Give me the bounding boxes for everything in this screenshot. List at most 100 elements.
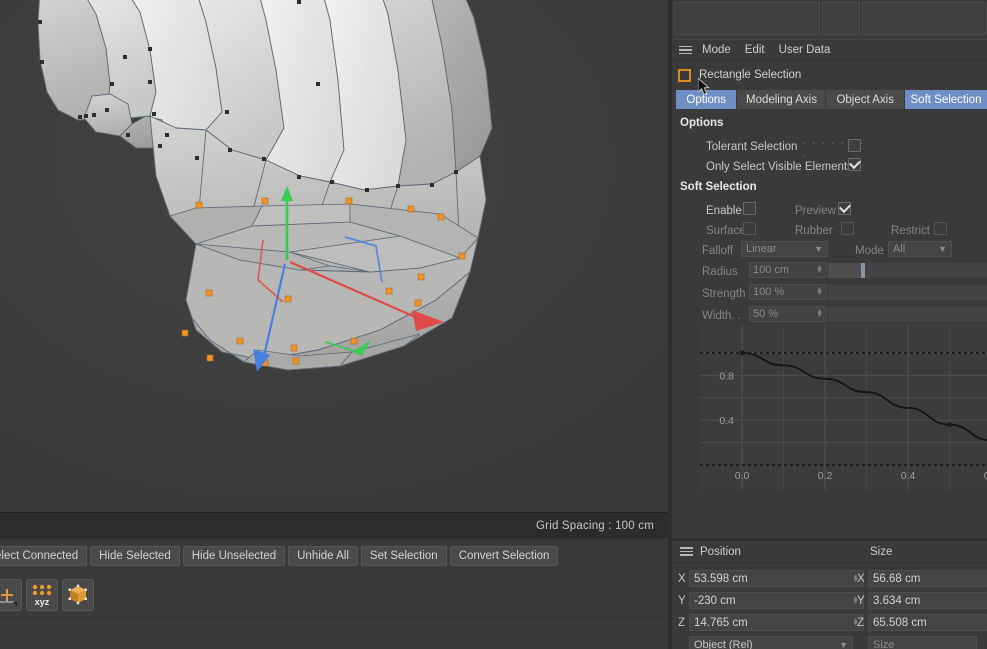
falloff-label: Falloff [702,245,734,257]
restrict-checkbox[interactable] [934,222,947,235]
3d-viewport[interactable]: Grid Spacing : 100 cm [0,0,668,538]
size-x-input[interactable]: 56.68 cm [868,570,987,587]
coord-mode-row: Object (Rel) ▼ [689,636,853,649]
size-y-input[interactable]: 3.634 cm [868,592,987,609]
size-y-axis-label: Y [857,594,865,607]
chevron-down-icon: ▼ [938,244,947,254]
position-z-input[interactable]: 14.765 cm ▲ ▼ [689,614,864,631]
dock-cell-1[interactable] [674,2,820,35]
tolerant-selection-row: Tolerant Selection . . . . . . . . [706,135,866,159]
move-axis-icon[interactable] [0,579,22,611]
radius-label-row: Radius [702,263,738,281]
menu-hamburger-icon[interactable] [672,45,694,55]
attribute-menubar: Mode Edit User Data [672,39,987,61]
width-label: Width. . [702,310,741,322]
spinner-icon[interactable]: ▲ ▼ [816,308,823,319]
width-value: 50 % [753,308,779,320]
falloff-curve-svg: 0.40.80.00.20.40.6 [700,325,987,490]
width-input[interactable]: 50 % ▲ ▼ [749,306,827,322]
rubber-label: Rubber [795,225,833,237]
size-z-input[interactable]: 65.508 cm [868,614,987,631]
coord-mode-select[interactable]: Object (Rel) ▼ [689,636,853,649]
svg-text:0.4: 0.4 [901,470,916,482]
mesh-render [37,0,493,372]
size-x-value: 56.68 cm [873,572,921,585]
size-row-y: Y 3.634 cm [857,592,987,609]
spinner-icon[interactable]: ▲ ▼ [816,264,823,275]
hide-unselected-button[interactable]: Hide Unselected [182,546,286,566]
unhide-all-button[interactable]: Unhide All [288,546,358,566]
dock-cell-2[interactable] [822,2,860,35]
radius-slider[interactable] [828,262,987,278]
mode-value: All [893,243,906,255]
width-slider[interactable] [828,306,987,322]
mode-select[interactable]: All ▼ [888,241,952,257]
svg-text:0.8: 0.8 [719,370,734,382]
tolerant-selection-checkbox[interactable] [848,139,861,152]
size-y-value: 3.634 cm [873,594,921,607]
svg-text:0.4: 0.4 [719,415,734,427]
restrict-label: Restrict [891,225,930,237]
size-x-axis-label: X [857,572,865,585]
tab-options[interactable]: Options [676,90,737,109]
hide-selected-button[interactable]: Hide Selected [90,546,180,566]
enable-label-row: Enable [706,202,742,220]
dock-cell-3[interactable] [862,2,987,35]
convert-selection-button[interactable]: Convert Selection [449,546,559,566]
surface-checkbox[interactable] [743,222,756,235]
falloff-value: Linear [746,243,777,255]
size-z-axis-label: Z [857,616,865,629]
position-row-y: Y -230 cm ▲ ▼ [678,592,864,609]
falloff-curve-graph[interactable]: 0.40.80.00.20.40.6 [700,325,987,490]
size-row-z: Z 65.508 cm [857,614,987,631]
tool-icon-row: xyz [0,573,668,617]
radius-input[interactable]: 100 cm ▲ ▼ [749,262,827,278]
radius-slider-fill [828,263,861,278]
strength-slider[interactable] [828,284,987,300]
rectangle-selection-icon[interactable] [678,68,691,82]
only-select-visible-checkbox[interactable] [848,158,861,171]
enable-checkbox[interactable] [743,202,756,215]
falloff-select[interactable]: Linear ▼ [741,241,828,257]
menu-mode[interactable]: Mode [696,42,737,58]
width-label-row: Width. . [702,307,741,325]
top-dock [672,0,987,38]
spinner-icon[interactable]: ▲ ▼ [816,286,823,297]
coordinates-panel: Position Size X 53.598 cm ▲ ▼ Y -230 cm ▲… [672,541,987,649]
strength-label-row: Strength [702,285,745,303]
tolerant-selection-label: Tolerant Selection [706,141,798,153]
coord-mode-value: Object (Rel) [694,638,753,649]
position-x-value: 53.598 cm [694,572,748,585]
rubber-label-row: Rubber [795,222,833,240]
coordinates-header: Position Size [672,541,987,563]
tab-modeling-axis[interactable]: Modeling Axis [737,90,826,109]
xyz-points-icon[interactable]: xyz [26,579,58,611]
options-heading: Options [680,117,724,129]
strength-input[interactable]: 100 % ▲ ▼ [749,284,827,300]
menu-user-data[interactable]: User Data [773,42,837,58]
tab-object-axis[interactable]: Object Axis [826,90,904,109]
only-select-visible-label: Only Select Visible Elements [706,161,853,173]
set-selection-button[interactable]: Set Selection [360,546,447,566]
position-y-axis-label: Y [678,594,686,607]
position-column-label: Position [700,545,741,558]
position-x-input[interactable]: 53.598 cm ▲ ▼ [689,570,864,587]
radius-label: Radius [702,266,738,278]
size-mode-select[interactable]: Size [868,636,977,649]
position-row-z: Z 14.765 cm ▲ ▼ [678,614,864,631]
radius-slider-knob[interactable] [861,263,865,278]
object-title-label: Rectangle Selection [699,69,802,81]
preview-checkbox[interactable] [838,202,851,215]
application-window: Grid Spacing : 100 cm elect Connected Hi… [0,0,987,649]
tab-soft-selection[interactable]: Soft Selection [905,90,987,109]
enable-label: Enable [706,205,742,217]
rubber-checkbox[interactable] [841,222,854,235]
select-connected-button[interactable]: elect Connected [0,546,88,566]
coord-hamburger-icon[interactable] [672,547,694,556]
object-cube-icon[interactable] [62,579,94,611]
strength-label: Strength [702,288,746,300]
position-y-input[interactable]: -230 cm ▲ ▼ [689,592,864,609]
menu-edit[interactable]: Edit [739,42,771,58]
mode-label: Mode [855,245,884,257]
preview-label: Preview [795,205,836,217]
